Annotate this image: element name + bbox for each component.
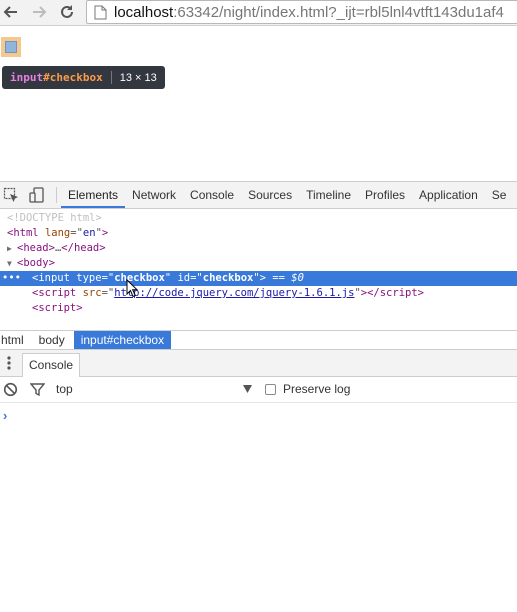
html-tag: html <box>13 227 39 239</box>
tooltip-tag: input <box>10 71 44 84</box>
html-lang-value: en <box>82 227 96 239</box>
dom-node-input-selected[interactable]: ••• <input type="checkbox" id="checkbox">… <box>0 271 517 286</box>
expand-arrow-icon[interactable]: ▶ <box>7 241 17 256</box>
reload-button[interactable] <box>57 2 77 22</box>
page-viewport: input #checkbox 13 × 13 <box>0 26 517 181</box>
input-type-attr: type <box>76 272 102 284</box>
tooltip-dimensions: 13 × 13 <box>119 71 157 84</box>
preserve-log-checkbox[interactable] <box>265 384 276 395</box>
back-button[interactable] <box>1 2 21 22</box>
input-id-value: checkbox <box>202 272 254 284</box>
script-tag: script <box>38 287 77 299</box>
script-src-attr: src <box>82 287 102 299</box>
drawer-menu-icon[interactable] <box>5 355 13 371</box>
tooltip-id: #checkbox <box>43 71 103 84</box>
element-inspect-tooltip: input #checkbox 13 × 13 <box>2 66 165 89</box>
inspect-element-icon[interactable] <box>3 187 19 203</box>
execution-context-select[interactable]: top <box>56 377 73 402</box>
page-icon <box>94 5 107 20</box>
html-lang-attr: lang <box>44 227 71 239</box>
reload-icon <box>61 5 73 18</box>
checkbox-highlight-overlay <box>1 37 21 57</box>
url-text: localhost:63342/night/index.html?_ijt=rb… <box>114 3 504 22</box>
tooltip-divider <box>110 71 112 84</box>
devtools-panel: Elements Network Console Sources Timelin… <box>0 181 517 612</box>
doctype-text: <!DOCTYPE html> <box>7 212 102 224</box>
script-close-tag: script <box>379 287 418 299</box>
forward-button[interactable] <box>29 2 49 22</box>
head-close-tag: head <box>73 242 100 254</box>
script2-tag: script <box>38 302 77 314</box>
address-bar[interactable]: localhost:63342/night/index.html?_ijt=rb… <box>86 0 517 24</box>
devtools-tabbar: Elements Network Console Sources Timelin… <box>0 182 517 209</box>
clear-console-icon[interactable] <box>3 382 18 397</box>
script-src-link[interactable]: http://code.jquery.com/jquery-1.6.1.js <box>114 287 354 299</box>
url-path: :63342/night/index.html?_ijt=rbl5lnl4vtf… <box>173 4 504 21</box>
filter-icon[interactable] <box>30 382 45 397</box>
tab-console[interactable]: Console <box>183 182 241 208</box>
input-tag: input <box>38 272 70 284</box>
forward-arrow-icon <box>33 6 47 18</box>
dom-node-script[interactable]: <script> <box>32 301 83 316</box>
dom-node-body[interactable]: ▼ <body> <box>7 256 55 271</box>
browser-toolbar: localhost:63342/night/index.html?_ijt=rb… <box>0 0 517 26</box>
more-actions-ellipsis[interactable]: ••• <box>0 271 32 286</box>
drawer-tabbar: Console <box>0 350 517 377</box>
preserve-log-label: Preserve log <box>283 382 351 396</box>
breadcrumb-html[interactable]: html <box>0 331 31 349</box>
tab-security[interactable]: Se <box>485 182 514 208</box>
mouse-cursor-icon <box>126 279 139 298</box>
tab-profiles[interactable]: Profiles <box>358 182 412 208</box>
dom-node-doctype[interactable]: <!DOCTYPE html> <box>7 211 102 226</box>
page-checkbox[interactable] <box>5 41 17 53</box>
dom-node-html[interactable]: <html lang="en"> <box>7 226 108 241</box>
dom-node-script-jquery[interactable]: <script src="http://code.jquery.com/jque… <box>32 286 424 301</box>
tab-network[interactable]: Network <box>125 182 183 208</box>
dropdown-arrow-icon[interactable] <box>243 385 252 393</box>
device-toolbar-icon[interactable] <box>29 187 45 203</box>
tab-application[interactable]: Application <box>412 182 485 208</box>
tab-elements[interactable]: Elements <box>61 182 126 208</box>
collapse-arrow-icon[interactable]: ▼ <box>7 256 17 271</box>
tabbar-divider <box>56 187 57 203</box>
url-host: localhost <box>114 4 174 21</box>
dom-node-head[interactable]: ▶ <head>…</head> <box>7 241 106 256</box>
console-prompt[interactable]: › <box>3 408 7 423</box>
drawer-tab-console[interactable]: Console <box>22 353 81 377</box>
dom-tree: <!DOCTYPE html> <html lang="en"> ▶ <head>… <box>0 210 517 327</box>
input-type-value: checkbox <box>114 272 165 284</box>
console-toolbar: top Preserve log <box>0 377 517 403</box>
breadcrumb: html body input#checkbox <box>0 330 517 350</box>
breadcrumb-body[interactable]: body <box>31 331 72 349</box>
back-arrow-icon <box>3 6 17 18</box>
tab-sources[interactable]: Sources <box>241 182 299 208</box>
head-tag: head <box>23 242 49 254</box>
devtools-tabs: Elements Network Console Sources Timelin… <box>61 182 513 208</box>
breadcrumb-input-checkbox[interactable]: input#checkbox <box>73 331 172 349</box>
selected-node-marker: == $0 <box>266 272 304 284</box>
tab-timeline[interactable]: Timeline <box>299 182 358 208</box>
input-id-attr: id <box>177 272 191 284</box>
body-tag: body <box>23 257 49 269</box>
